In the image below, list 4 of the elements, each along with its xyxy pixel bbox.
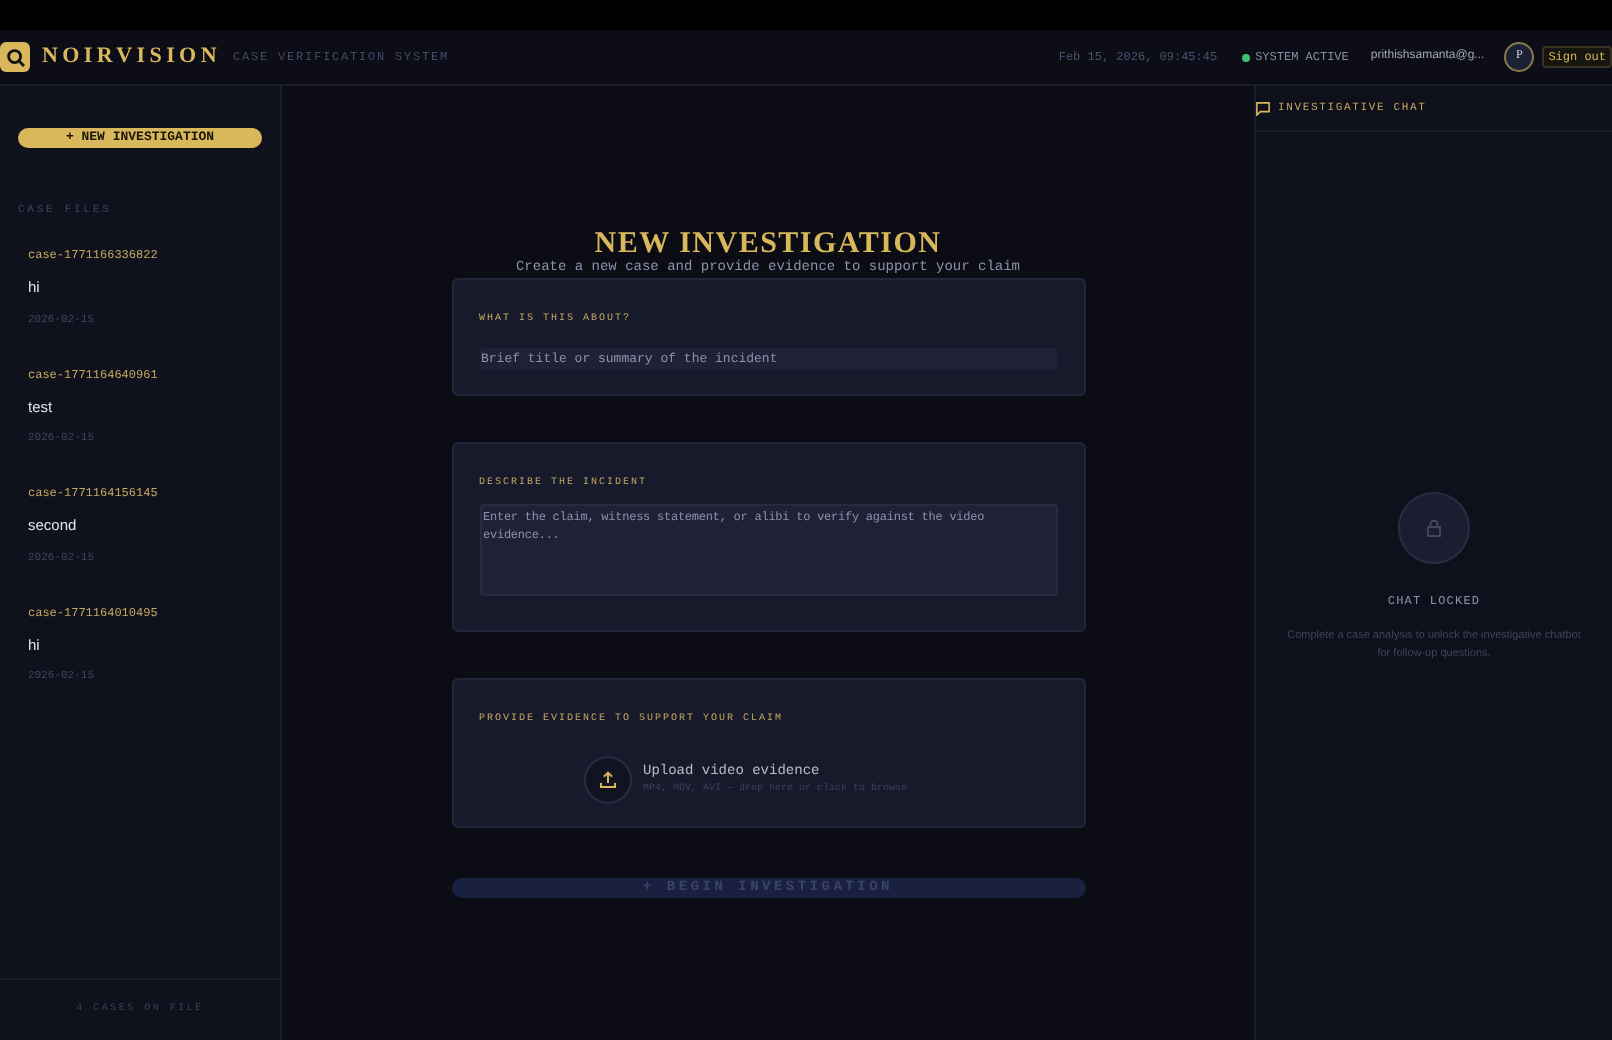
page-title: NEW INVESTIGATION xyxy=(594,228,942,260)
app-logo: NOIRVISION xyxy=(42,42,221,73)
chat-icon xyxy=(1256,101,1270,115)
upload-icon[interactable] xyxy=(583,755,631,803)
